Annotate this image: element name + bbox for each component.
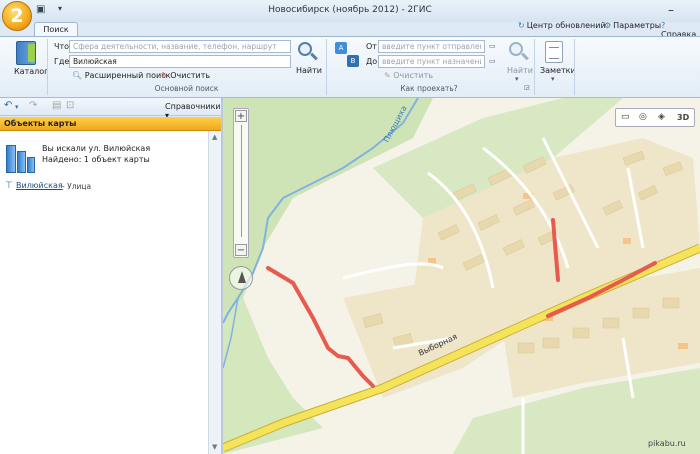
advanced-search-button[interactable]: 🔍︎ Расширенный поиск xyxy=(72,71,170,80)
left-panel-toolbar: ↶ ▾ ↷ ▤ ⊡ Справочники ▾ xyxy=(0,98,221,120)
ruler-icon[interactable]: ▭ xyxy=(621,112,630,122)
catalog-button[interactable]: Каталог xyxy=(14,67,48,76)
to-options-icon[interactable]: ▭ xyxy=(489,57,496,65)
map-tools-panel: ▭ ◎ ◈ 3D xyxy=(615,108,695,127)
find-search-icon[interactable] xyxy=(298,42,312,56)
mode-3d-button[interactable]: 3D xyxy=(677,113,689,122)
scroll-up-icon[interactable]: ▲ xyxy=(212,133,217,141)
tab-search[interactable]: Поиск xyxy=(34,22,78,37)
forest-area xyxy=(223,98,433,313)
results-scrollbar[interactable]: ▲ ▼ xyxy=(208,131,221,454)
route-find-button[interactable]: Найти xyxy=(507,66,533,75)
expand-icon[interactable]: ⊡ xyxy=(66,100,74,111)
notes-dropdown-icon[interactable]: ▾ xyxy=(551,75,555,83)
buildings-icon xyxy=(6,143,36,173)
group-expand-icon[interactable]: ◲ xyxy=(524,84,530,91)
where-input[interactable] xyxy=(69,55,291,68)
notes-icon[interactable] xyxy=(545,41,563,63)
clear-button[interactable]: ✎ Очистить xyxy=(161,71,210,80)
map-objects-header: Объекты карты xyxy=(0,117,221,131)
found-count: Найдено: 1 объект карты xyxy=(42,155,150,164)
where-label: Где xyxy=(54,57,70,66)
map-view[interactable]: Выборная Плющиха xyxy=(223,98,700,454)
street-pin-icon: ⊤ xyxy=(5,181,13,191)
help-icon: ? xyxy=(661,21,666,30)
scroll-down-icon[interactable]: ▼ xyxy=(212,443,217,451)
eraser-icon: ✎ xyxy=(161,71,168,80)
what-label: Что xyxy=(54,42,70,51)
ribbon: Каталог Что Где 🔍︎ Расширенный поиск ✎ О… xyxy=(0,36,700,98)
result-street-link[interactable]: Вилюйская xyxy=(16,181,63,190)
watermark-text: pikabu.ru xyxy=(648,439,686,448)
refresh-icon: ↻ xyxy=(518,21,525,30)
find-button[interactable]: Найти xyxy=(296,66,322,75)
route-find-icon[interactable] xyxy=(509,42,523,56)
route-group-label: Как проехать? xyxy=(400,84,458,93)
back-dropdown-icon[interactable]: ▾ xyxy=(15,103,19,111)
eraser-icon: ✎ xyxy=(384,71,391,80)
print-icon[interactable]: ▤ xyxy=(52,100,61,111)
zoom-track[interactable] xyxy=(241,125,242,237)
separator xyxy=(534,39,535,95)
minimize-button[interactable]: – xyxy=(668,3,674,17)
what-input[interactable] xyxy=(69,40,291,53)
zoom-control: + − xyxy=(233,108,249,258)
from-input[interactable] xyxy=(378,40,485,53)
layers-icon[interactable]: ◈ xyxy=(658,112,665,122)
searched-text: Вы искали ул. Вилюйская xyxy=(42,144,151,153)
to-input[interactable] xyxy=(378,55,485,68)
map-canvas: Выборная Плющиха xyxy=(223,98,700,454)
title-bar: ▣ ▾ Новосибирск (ноябрь 2012) - 2ГИС – xyxy=(0,0,700,22)
forward-icon[interactable]: ↷ xyxy=(29,100,37,111)
results-list xyxy=(0,131,208,454)
app-logo-icon[interactable]: 2 xyxy=(2,1,32,31)
updates-link[interactable]: ↻ Центр обновлений xyxy=(518,21,606,30)
separator xyxy=(574,39,575,95)
notes-button[interactable]: Заметки xyxy=(540,66,576,75)
result-street-type: – Улица xyxy=(61,182,92,191)
route-icon: AB xyxy=(335,42,361,70)
catalog-icon[interactable] xyxy=(16,41,36,65)
settings-link[interactable]: ⚙ Параметры xyxy=(604,21,661,30)
route-find-dropdown-icon[interactable]: ▾ xyxy=(515,75,519,83)
main-search-group-label: Основной поиск xyxy=(154,84,219,93)
from-label: От xyxy=(366,42,377,51)
route-clear-button[interactable]: ✎ Очистить xyxy=(384,71,433,80)
back-icon[interactable]: ↶ xyxy=(4,100,12,111)
search-icon: 🔍︎ xyxy=(72,71,83,80)
from-options-icon[interactable]: ▭ xyxy=(489,42,496,50)
window-title: Новосибирск (ноябрь 2012) - 2ГИС xyxy=(268,5,432,15)
to-label: До xyxy=(366,57,378,66)
compass-icon[interactable] xyxy=(229,266,253,290)
layers-swirl-icon[interactable]: ◎ xyxy=(639,112,647,122)
zoom-in-button[interactable]: + xyxy=(235,110,247,122)
gear-icon: ⚙ xyxy=(604,21,612,30)
zoom-out-button[interactable]: − xyxy=(235,244,247,256)
